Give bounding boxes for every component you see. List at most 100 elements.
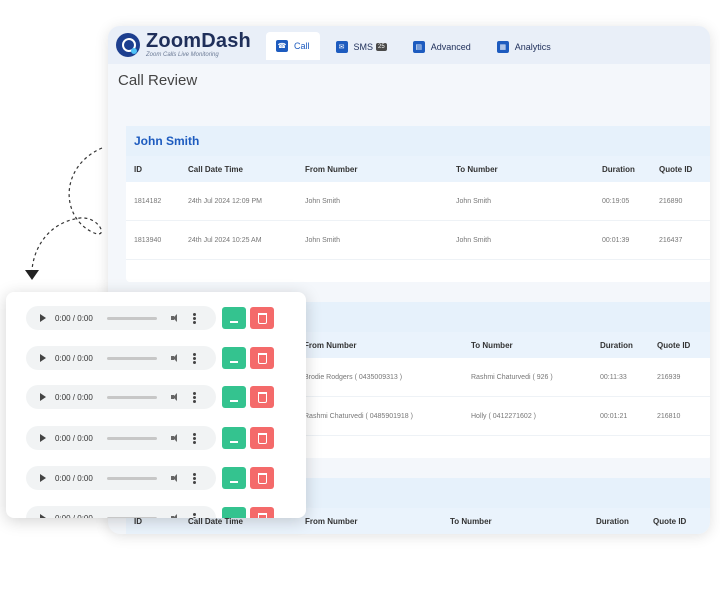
cell-from-number: Rashmi Chaturvedi ( 0485901918 ) (304, 412, 413, 420)
table-row[interactable]: 1813940 24th Jul 2024 10:25 AM John Smit… (126, 221, 710, 260)
seek-slider[interactable] (107, 316, 157, 320)
recordings-panel: 0:00 / 0:00 0:00 / 0:00 0:00 / 0:00 0:00… (6, 292, 306, 518)
seek-slider[interactable] (107, 356, 157, 360)
download-icon (230, 473, 238, 483)
col-quote-id: Quote ID (657, 340, 691, 350)
audio-player[interactable]: 0:00 / 0:00 (26, 466, 216, 490)
play-icon[interactable] (40, 434, 46, 442)
cell-to-number: John Smith (456, 236, 492, 244)
page-title: Call Review (118, 72, 198, 89)
trash-icon (257, 432, 267, 444)
cell-from-number: Brodie Rodgers ( 0435009313 ) (304, 373, 403, 381)
audio-player[interactable]: 0:00 / 0:00 (26, 506, 216, 518)
recording-row: 0:00 / 0:00 (26, 505, 274, 518)
volume-icon[interactable] (171, 513, 181, 518)
download-button[interactable] (222, 386, 246, 408)
play-icon[interactable] (40, 314, 46, 322)
recording-row: 0:00 / 0:00 (26, 345, 274, 371)
audio-player[interactable]: 0:00 / 0:00 (26, 346, 216, 370)
delete-button[interactable] (250, 427, 274, 449)
tab-sms[interactable]: ✉ SMS 25 (326, 34, 397, 60)
col-to-number: To Number (456, 164, 498, 174)
download-icon (230, 433, 238, 443)
cell-quote-id: 216810 (657, 412, 681, 420)
volume-icon[interactable] (171, 392, 181, 402)
audio-time: 0:00 / 0:00 (55, 392, 93, 402)
cell-quote-id: 216890 (659, 197, 683, 205)
volume-icon[interactable] (171, 473, 181, 483)
trash-icon (257, 512, 267, 518)
cell-duration: 00:19:05 (602, 197, 630, 205)
delete-button[interactable] (250, 307, 274, 329)
cell-quote-id: 216939 (657, 373, 681, 381)
seek-slider[interactable] (107, 436, 157, 440)
more-options-icon[interactable] (193, 312, 196, 324)
more-options-icon[interactable] (193, 391, 196, 403)
more-options-icon[interactable] (193, 352, 196, 364)
volume-icon[interactable] (171, 433, 181, 443)
seek-slider[interactable] (107, 395, 157, 399)
tab-analytics[interactable]: ▦ Analytics (487, 34, 561, 60)
more-options-icon[interactable] (193, 472, 196, 484)
cell-to-number: Rashmi Chaturvedi ( 926 ) (471, 373, 553, 381)
download-button[interactable] (222, 467, 246, 489)
download-button[interactable] (222, 347, 246, 369)
delete-button[interactable] (250, 347, 274, 369)
col-from-number: From Number (305, 164, 358, 174)
download-button[interactable] (222, 427, 246, 449)
tab-call-label: Call (294, 41, 310, 51)
download-icon (230, 392, 238, 402)
col-to-number: To Number (450, 516, 492, 526)
main-tabs: ☎ Call ✉ SMS 25 ▤ Advanced ▦ Analytics (266, 32, 567, 60)
col-quote-id: Quote ID (653, 516, 687, 526)
more-options-icon[interactable] (193, 512, 196, 518)
col-id: ID (134, 164, 142, 174)
tab-advanced[interactable]: ▤ Advanced (403, 34, 481, 60)
call-group-card-1: John Smith ID Call Date Time From Number… (126, 126, 710, 282)
audio-player[interactable]: 0:00 / 0:00 (26, 385, 216, 409)
recording-row: 0:00 / 0:00 (26, 465, 274, 491)
recording-row: 0:00 / 0:00 (26, 305, 274, 331)
audio-time: 0:00 / 0:00 (55, 433, 93, 443)
audio-player[interactable]: 0:00 / 0:00 (26, 306, 216, 330)
play-icon[interactable] (40, 474, 46, 482)
table-row[interactable]: 1814182 24th Jul 2024 12:09 PM John Smit… (126, 182, 710, 221)
volume-icon[interactable] (171, 353, 181, 363)
tab-advanced-label: Advanced (430, 42, 471, 52)
cell-id: 1814182 (134, 197, 162, 205)
brand-logo[interactable]: ZoomDash Zoom Calls Live Monitoring (116, 31, 251, 58)
play-icon[interactable] (40, 514, 46, 518)
delete-button[interactable] (250, 467, 274, 489)
play-icon[interactable] (40, 354, 46, 362)
table-header: ID Call Date Time From Number To Number … (126, 156, 710, 182)
download-button[interactable] (222, 307, 246, 329)
cell-duration: 00:01:21 (600, 412, 628, 420)
recording-row: 0:00 / 0:00 (26, 425, 274, 451)
zoomdash-logo-icon (116, 32, 140, 57)
delete-button[interactable] (250, 507, 274, 518)
play-icon[interactable] (40, 393, 46, 401)
volume-icon[interactable] (171, 313, 181, 323)
delete-button[interactable] (250, 386, 274, 408)
message-icon: ✉ (335, 41, 348, 53)
download-icon (230, 353, 238, 363)
phone-icon: ☎ (276, 40, 288, 52)
cell-quote-id: 216437 (659, 236, 683, 244)
col-duration: Duration (602, 164, 635, 174)
cell-from-number: John Smith (305, 236, 341, 244)
seek-slider[interactable] (107, 516, 157, 518)
tab-call[interactable]: ☎ Call (266, 32, 320, 60)
recording-row: 0:00 / 0:00 (26, 384, 274, 410)
audio-time: 0:00 / 0:00 (55, 353, 93, 363)
audio-player[interactable]: 0:00 / 0:00 (26, 426, 216, 450)
col-call-date-time: Call Date Time (188, 164, 243, 174)
cell-to-number: Holly ( 0412271602 ) (471, 412, 536, 420)
seek-slider[interactable] (107, 476, 157, 480)
brand-tagline: Zoom Calls Live Monitoring (146, 52, 219, 58)
col-duration: Duration (596, 516, 629, 526)
sms-count-badge: 25 (376, 43, 387, 51)
cell-from-number: John Smith (305, 197, 341, 205)
tab-sms-label: SMS (353, 42, 374, 52)
download-button[interactable] (222, 507, 246, 518)
more-options-icon[interactable] (193, 432, 196, 444)
